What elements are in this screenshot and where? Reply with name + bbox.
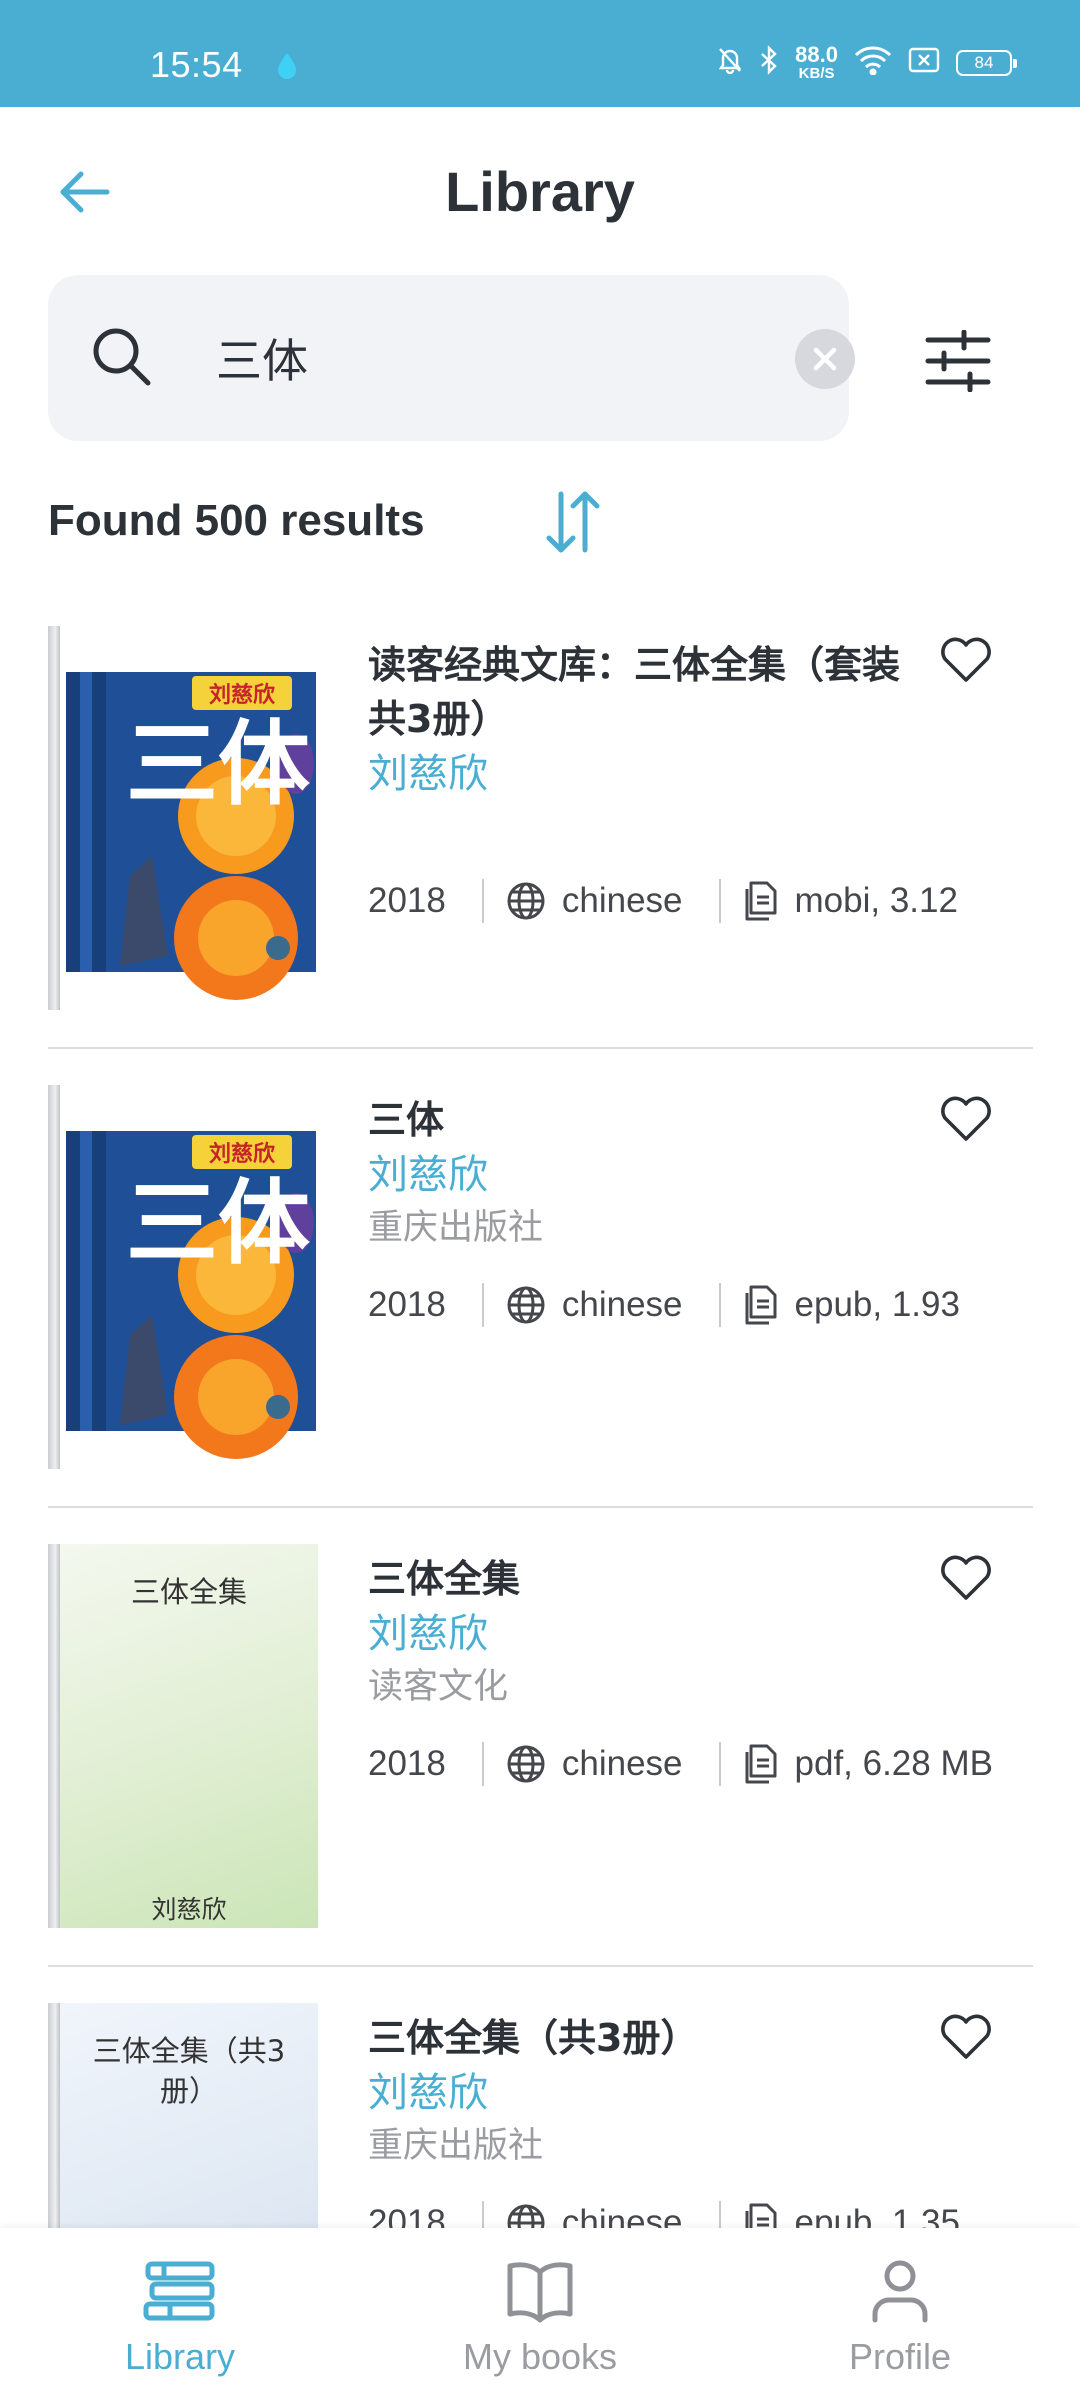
nav-profile-label: Profile (848, 2336, 952, 2377)
favorite-button[interactable] (934, 1548, 998, 1608)
file-icon (743, 1744, 779, 1784)
book-title: 三体 (368, 1098, 445, 1142)
nav-my-books-label: My books (462, 2336, 618, 2377)
cover-title-text: 三体全集 (130, 1575, 247, 1609)
book-title: 三体全集 (368, 1557, 521, 1601)
book-format: epub, 1.93 (794, 1285, 960, 1324)
page-title: Library (445, 160, 635, 223)
book-author[interactable]: 刘慈欣 (368, 1147, 928, 1203)
mute-bell-icon (717, 46, 743, 79)
book-author[interactable]: 刘慈欣 (368, 1606, 928, 1662)
book-title: 读客经典文库：三体全集（套装共3册） (368, 643, 901, 741)
cover-author-text: 刘慈欣 (209, 682, 275, 708)
cover-title-text: 三体 (126, 711, 310, 818)
book-title: 三体全集（共3册） (368, 2016, 699, 2060)
book-year: 2018 (368, 1744, 446, 1783)
book-publisher: 读客文化 (368, 1667, 509, 1707)
heart-icon (941, 1096, 991, 1141)
favorite-button[interactable] (934, 1089, 998, 1149)
heart-icon (941, 637, 991, 682)
bluetooth-icon (759, 45, 779, 80)
book-format: mobi, 3.12 (794, 881, 958, 920)
book-publisher: 重庆出版社 (368, 1208, 544, 1248)
divider (48, 1047, 1033, 1049)
book-language: chinese (561, 881, 683, 920)
favorite-button[interactable] (934, 2007, 998, 2067)
notification-drop-icon (276, 51, 298, 86)
sliders-icon (925, 330, 991, 392)
book-year: 2018 (368, 881, 446, 920)
book-author[interactable]: 刘慈欣 (368, 746, 928, 802)
sim-blocked-icon (908, 46, 940, 79)
cover-author-text: 刘慈欣 (151, 1895, 227, 1924)
heart-icon (941, 1555, 991, 1600)
book-meta: 2018 chinese mobi, 3.12 (368, 876, 958, 926)
bottom-navigation: Library My books Profile (0, 2228, 1080, 2400)
book-format: pdf, 6.28 MB (794, 1744, 993, 1783)
book-author[interactable]: 刘慈欣 (368, 2065, 928, 2121)
file-icon (743, 881, 779, 921)
wifi-icon (854, 45, 892, 80)
favorite-button[interactable] (934, 630, 998, 690)
book-cover: 刘慈欣 三体 (48, 626, 318, 1010)
sort-button[interactable] (540, 487, 606, 557)
search-icon (90, 325, 154, 394)
book-cover: 刘慈欣 三体 (48, 1085, 318, 1469)
results-count: Found 500 results (48, 496, 425, 545)
nav-profile[interactable]: Profile (720, 2228, 1080, 2400)
clear-search-button[interactable] (795, 329, 855, 389)
divider (48, 1965, 1033, 1967)
book-publisher: 重庆出版社 (368, 2126, 544, 2166)
nav-my-books[interactable]: My books (360, 2228, 720, 2400)
filter-button[interactable] (920, 326, 996, 396)
heart-icon (941, 2014, 991, 2059)
search-input[interactable] (216, 321, 756, 395)
network-speed: 88.0 KB/S (795, 42, 838, 82)
sort-arrows-icon (546, 491, 600, 553)
book-meta: 2018 chinese epub, 1.93 (368, 1280, 960, 1330)
book-meta: 2018 chinese pdf, 6.28 MB (368, 1739, 993, 1789)
nav-library-label: Library (124, 2336, 236, 2377)
book-year: 2018 (368, 1285, 446, 1324)
file-icon (743, 1285, 779, 1325)
book-cover: 三体全集 刘慈欣 (48, 1544, 318, 1928)
status-bar: 15:54 88.0 KB/S 84 (0, 0, 1080, 107)
library-icon (143, 2261, 215, 2321)
close-icon (813, 347, 837, 371)
battery-indicator: 84 (956, 49, 1017, 76)
network-speed-value: 88.0 (795, 42, 838, 67)
person-icon (872, 2260, 928, 2323)
divider (48, 1506, 1033, 1508)
search-bar (48, 275, 855, 441)
status-time: 15:54 (150, 44, 243, 85)
book-language: chinese (561, 1285, 683, 1324)
book-open-icon (507, 2262, 573, 2323)
cover-title-text: 三体全集（共3册） (92, 2034, 286, 2108)
globe-icon (506, 1285, 546, 1325)
network-speed-unit: KB/S (798, 65, 835, 82)
globe-icon (506, 1744, 546, 1784)
book-language: chinese (561, 1744, 683, 1783)
nav-library[interactable]: Library (0, 2228, 360, 2400)
cover-title-text: 三体 (126, 1170, 310, 1277)
globe-icon (506, 881, 546, 921)
cover-author-text: 刘慈欣 (209, 1141, 275, 1167)
